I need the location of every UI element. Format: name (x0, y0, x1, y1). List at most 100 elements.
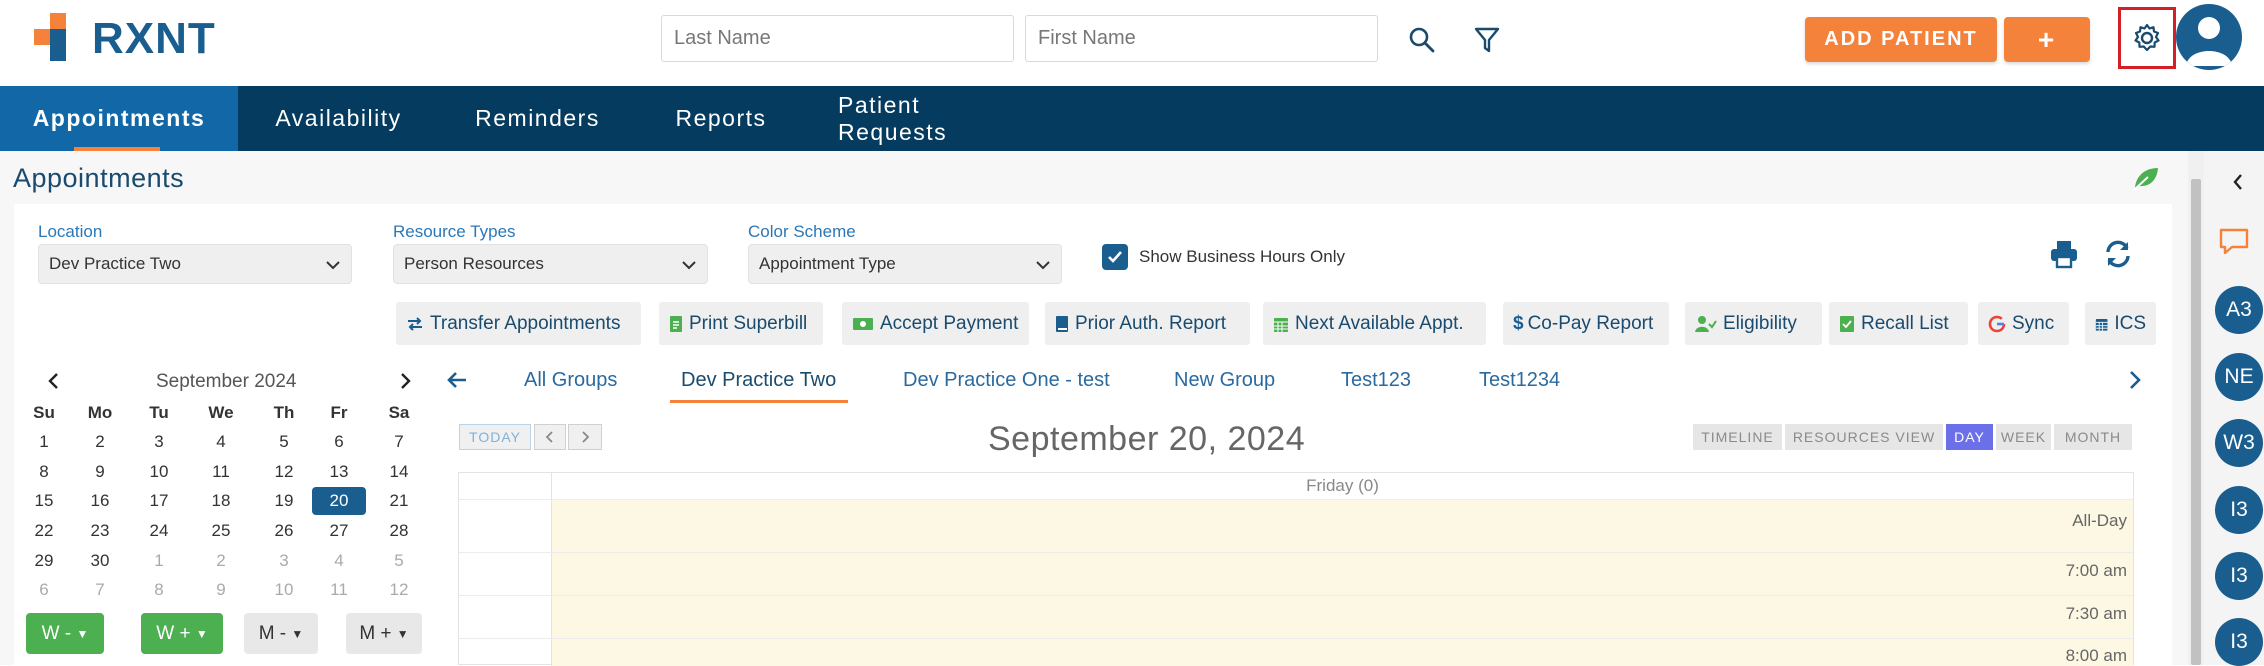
prev-month-button[interactable] (46, 372, 60, 395)
calendar-day[interactable]: 10 (132, 458, 186, 486)
calendar-day[interactable]: 3 (257, 547, 311, 575)
nav-reports[interactable]: Reports (636, 86, 806, 151)
calendar-day[interactable]: 28 (372, 517, 426, 545)
chat-icon[interactable] (2218, 227, 2250, 262)
calendar-day[interactable]: 4 (194, 428, 248, 456)
calendar-day[interactable]: 19 (257, 487, 311, 515)
groups-prev-button[interactable] (446, 370, 468, 395)
calendar-day[interactable]: 27 (312, 517, 366, 545)
calendar-day[interactable]: 9 (194, 576, 248, 604)
calendar-day[interactable]: 1 (17, 428, 71, 456)
calendar-day[interactable]: 15 (17, 487, 71, 515)
leaf-icon[interactable] (2132, 165, 2160, 196)
calendar-day[interactable]: 24 (132, 517, 186, 545)
rail-badge[interactable]: I3 (2215, 552, 2263, 600)
calendar-day[interactable]: 8 (132, 576, 186, 604)
next-day-button[interactable] (568, 424, 602, 450)
calendar-day[interactable]: 10 (257, 576, 311, 604)
business-hours-checkbox[interactable] (1102, 244, 1128, 270)
calendar-day[interactable]: 11 (312, 576, 366, 604)
first-name-input[interactable] (1025, 15, 1378, 62)
calendar-day[interactable]: 3 (132, 428, 186, 456)
calendar-day[interactable]: 18 (194, 487, 248, 515)
rail-badge[interactable]: I3 (2215, 618, 2263, 666)
last-name-input[interactable] (661, 15, 1014, 62)
calendar-day[interactable]: 12 (372, 576, 426, 604)
calendar-day[interactable]: 30 (73, 547, 127, 575)
rail-badge[interactable]: W3 (2215, 419, 2263, 467)
calendar-day[interactable]: 11 (194, 458, 248, 486)
prev-day-button[interactable] (534, 424, 566, 450)
calendar-day[interactable]: 13 (312, 458, 366, 486)
eligibility-button[interactable]: Eligibility (1685, 302, 1822, 345)
view-day[interactable]: DAY (1946, 424, 1993, 450)
week-plus-button[interactable]: W + ▼ (141, 613, 223, 654)
day-column[interactable] (552, 499, 2133, 666)
prior-auth-report-button[interactable]: Prior Auth. Report (1045, 302, 1250, 345)
color-scheme-select[interactable]: Appointment Type (748, 244, 1062, 284)
calendar-day[interactable]: 4 (312, 547, 366, 575)
calendar-day[interactable]: 7 (73, 576, 127, 604)
print-superbill-button[interactable]: Print Superbill (659, 302, 823, 345)
month-minus-button[interactable]: M - ▼ (244, 613, 318, 654)
tab-dev-practice-one-test[interactable]: Dev Practice One - test (903, 369, 1110, 392)
groups-next-button[interactable] (2128, 370, 2142, 395)
calendar-day[interactable]: 5 (257, 428, 311, 456)
rail-badge[interactable]: I3 (2215, 486, 2263, 534)
view-week[interactable]: WEEK (1996, 424, 2051, 450)
calendar-day[interactable]: 29 (17, 547, 71, 575)
refresh-icon[interactable] (2103, 239, 2133, 274)
month-plus-button[interactable]: M + ▼ (346, 613, 422, 654)
transfer-appointments-button[interactable]: Transfer Appointments (396, 302, 641, 345)
calendar-day[interactable]: 16 (73, 487, 127, 515)
accept-payment-button[interactable]: Accept Payment (842, 302, 1029, 345)
next-month-button[interactable] (399, 372, 413, 395)
calendar-day[interactable]: 17 (132, 487, 186, 515)
calendar-day[interactable]: 5 (372, 547, 426, 575)
add-patient-button[interactable]: ADD PATIENT (1805, 17, 1997, 62)
nav-appointments[interactable]: Appointments (0, 86, 238, 151)
co-pay-report-button[interactable]: $ Co-Pay Report (1503, 302, 1669, 345)
scrollbar-thumb[interactable] (2191, 179, 2201, 665)
calendar-day[interactable]: 25 (194, 517, 248, 545)
location-select[interactable]: Dev Practice Two (38, 244, 352, 284)
calendar-day[interactable]: 7 (372, 428, 426, 456)
filter-icon[interactable] (1472, 24, 1502, 56)
calendar-day[interactable]: 1 (132, 547, 186, 575)
search-icon[interactable] (1406, 24, 1438, 56)
rxnt-logo[interactable]: RXNT (34, 13, 216, 65)
resource-types-select[interactable]: Person Resources (393, 244, 708, 284)
page-scrollbar[interactable] (2188, 151, 2204, 665)
next-available-appt-button[interactable]: Next Available Appt. (1263, 302, 1486, 345)
ics-button[interactable]: ICS (2085, 302, 2156, 345)
nav-availability[interactable]: Availability (238, 86, 439, 151)
print-icon[interactable] (2049, 239, 2079, 274)
user-avatar[interactable] (2176, 4, 2242, 70)
tab-test123[interactable]: Test123 (1341, 369, 1411, 392)
calendar-day[interactable]: 6 (312, 428, 366, 456)
calendar-day[interactable]: 8 (17, 458, 71, 486)
view-resources[interactable]: RESOURCES VIEW (1785, 424, 1943, 450)
calendar-day[interactable]: 20 (312, 487, 366, 515)
rail-badge[interactable]: A3 (2215, 286, 2263, 334)
calendar-day[interactable]: 23 (73, 517, 127, 545)
nav-reminders[interactable]: Reminders (439, 86, 636, 151)
add-button[interactable]: + (2004, 17, 2090, 62)
tab-new-group[interactable]: New Group (1174, 369, 1275, 392)
today-button[interactable]: TODAY (459, 424, 531, 450)
calendar-day[interactable]: 2 (73, 428, 127, 456)
view-timeline[interactable]: TIMELINE (1693, 424, 1782, 450)
calendar-day[interactable]: 26 (257, 517, 311, 545)
view-month[interactable]: MONTH (2054, 424, 2132, 450)
calendar-day[interactable]: 21 (372, 487, 426, 515)
nav-patient-requests[interactable]: Patient Requests (806, 86, 1054, 151)
rail-badge[interactable]: NE (2215, 353, 2263, 401)
recall-list-button[interactable]: Recall List (1829, 302, 1968, 345)
tab-all-groups[interactable]: All Groups (524, 369, 617, 392)
tab-dev-practice-two[interactable]: Dev Practice Two (681, 369, 836, 392)
calendar-day[interactable]: 14 (372, 458, 426, 486)
collapse-rail-button[interactable] (2232, 173, 2244, 196)
settings-button[interactable] (2118, 7, 2176, 69)
tab-test1234[interactable]: Test1234 (1479, 369, 1560, 392)
calendar-day[interactable]: 6 (17, 576, 71, 604)
